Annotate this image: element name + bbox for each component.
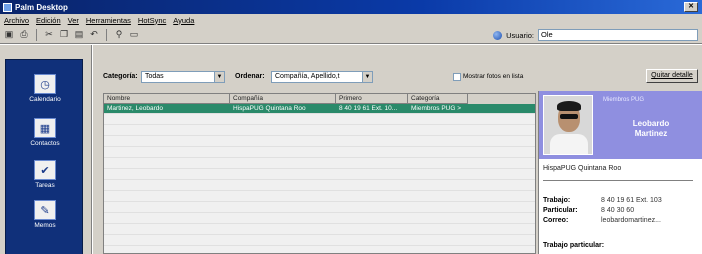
category-select[interactable]: Todas ▼ [141, 71, 225, 83]
sort-value: Compañía, Apellido,t [275, 73, 340, 80]
photo-shirt [550, 134, 588, 154]
user-label: Usuario: [506, 30, 534, 40]
contact-first-name: Leobardo [632, 119, 670, 128]
sidebar-item-tasks[interactable]: ✔ Tareas [6, 160, 84, 189]
contact-name: Leobardo Martinez [603, 119, 699, 139]
photo-hair [557, 101, 581, 111]
table-row[interactable] [104, 236, 535, 246]
app-icon [3, 2, 12, 12]
menu-bar: Archivo Edición Ver Herramientas HotSync… [0, 14, 702, 26]
show-photos-label: Mostrar fotos en lista [463, 73, 524, 80]
table-row[interactable] [104, 170, 535, 180]
column-header-name[interactable]: Nombre [104, 94, 230, 104]
table-header: Nombre Compañía Primero Categoría [104, 94, 535, 104]
section-heading: Trabajo particular: [543, 242, 605, 249]
table-row[interactable]: Martinez, Leobardo HispaPUG Quintana Roo… [104, 104, 535, 114]
paste-icon[interactable]: ▤ [74, 29, 84, 40]
contact-photo [543, 95, 593, 155]
main-content: Categoría: Todas ▼ Ordenar: Compañía, Ap… [93, 45, 702, 254]
user-selector: Usuario: Ole [493, 29, 698, 41]
close-button[interactable]: ✕ [684, 2, 698, 12]
sidebar-item-label: Tareas [35, 182, 55, 189]
tasks-icon: ✔ [34, 160, 56, 180]
table-row[interactable] [104, 203, 535, 213]
title-bar: Palm Desktop ✕ [0, 0, 702, 14]
toolbar-separator [36, 28, 37, 41]
menu-edicion[interactable]: Edición [36, 16, 61, 25]
menu-herramientas[interactable]: Herramientas [86, 16, 131, 25]
menu-ver[interactable]: Ver [68, 16, 79, 25]
user-icon [493, 30, 503, 40]
chevron-down-icon: ▼ [214, 72, 224, 82]
sidebar-item-contacts[interactable]: ▦ Contactos [6, 118, 84, 147]
column-header-company[interactable]: Compañía [230, 94, 336, 104]
cell-category: Miembros PUG > [411, 105, 462, 112]
category-value: Todas [145, 73, 164, 80]
new-record-icon[interactable]: ▭ [129, 29, 139, 40]
menu-hotsync[interactable]: HotSync [138, 16, 166, 25]
field-label: Trabajo: [543, 197, 571, 204]
chevron-down-icon: ▼ [362, 72, 372, 82]
user-dropdown[interactable]: Ole [538, 29, 698, 41]
sort-label: Ordenar: [235, 73, 265, 80]
contacts-icon: ▦ [34, 118, 56, 138]
undo-icon[interactable]: ↶ [89, 29, 99, 40]
calendar-icon: ◷ [34, 74, 56, 94]
menu-archivo[interactable]: Archivo [4, 16, 29, 25]
contact-last-name: Martinez [634, 129, 668, 138]
sidebar-item-label: Contactos [30, 140, 60, 147]
photo-glasses [560, 114, 578, 119]
divider [543, 180, 693, 181]
table-row[interactable] [104, 115, 535, 125]
table-row[interactable] [104, 159, 535, 169]
field-value: 8 40 19 61 Ext. 103 [601, 197, 662, 204]
table-row[interactable] [104, 225, 535, 235]
sidebar-item-memos[interactable]: ✎ Memos [6, 200, 84, 229]
sidebar-item-label: Memos [34, 222, 56, 229]
table-row[interactable] [104, 214, 535, 224]
field-value[interactable]: leobardomartinez... [601, 217, 701, 224]
category-badge: Miembros PUG [603, 97, 645, 103]
toolbar-separator [106, 28, 107, 41]
contact-detail-panel: Miembros PUG Leobardo Martinez HispaPUG … [538, 91, 702, 254]
filter-bar: Categoría: Todas ▼ Ordenar: Compañía, Ap… [93, 45, 702, 97]
table-row[interactable] [104, 181, 535, 191]
table-row[interactable] [104, 148, 535, 158]
sidebar-item-label: Calendario [29, 96, 61, 103]
cut-icon[interactable]: ✂ [44, 29, 54, 40]
cell-primary: 8 40 19 61 Ext. 10... [339, 105, 398, 112]
sidebar: ◷ Calendario ▦ Contactos ✔ Tareas ✎ Memo… [0, 45, 92, 254]
memo-icon: ✎ [34, 200, 56, 220]
detail-banner: Miembros PUG Leobardo Martinez [539, 91, 702, 159]
copy-icon[interactable]: ❐ [59, 29, 69, 40]
field-label: Correo: [543, 217, 569, 224]
table-row[interactable] [104, 126, 535, 136]
find-icon[interactable]: ⚲ [114, 29, 124, 40]
cell-name: Martinez, Leobardo [107, 105, 164, 112]
column-header-primary[interactable]: Primero [336, 94, 408, 104]
outlook-bar: ◷ Calendario ▦ Contactos ✔ Tareas ✎ Memo… [5, 59, 83, 254]
field-label: Particular: [543, 207, 578, 214]
cell-company: HispaPUG Quintana Roo [233, 105, 306, 112]
print-icon[interactable]: ⎙ [19, 29, 29, 40]
table-row[interactable] [104, 137, 535, 147]
save-icon[interactable]: ▣ [4, 29, 14, 40]
toolbar: ▣ ⎙ ✂ ❐ ▤ ↶ ⚲ ▭ Usuario: Ole [0, 26, 702, 44]
window-title: Palm Desktop [15, 2, 68, 12]
table-row[interactable] [104, 192, 535, 202]
show-photos-checkbox[interactable] [453, 73, 461, 81]
field-value: 8 40 30 60 [601, 207, 635, 214]
contacts-table: Nombre Compañía Primero Categoría Martin… [103, 93, 536, 254]
contact-company: HispaPUG Quintana Roo [543, 165, 622, 172]
sort-select[interactable]: Compañía, Apellido,t ▼ [271, 71, 373, 83]
sidebar-item-calendar[interactable]: ◷ Calendario [6, 74, 84, 103]
column-header-category[interactable]: Categoría [408, 94, 468, 104]
menu-ayuda[interactable]: Ayuda [173, 16, 194, 25]
detail-button[interactable]: Quitar detalle [646, 69, 698, 83]
category-label: Categoría: [103, 73, 138, 80]
